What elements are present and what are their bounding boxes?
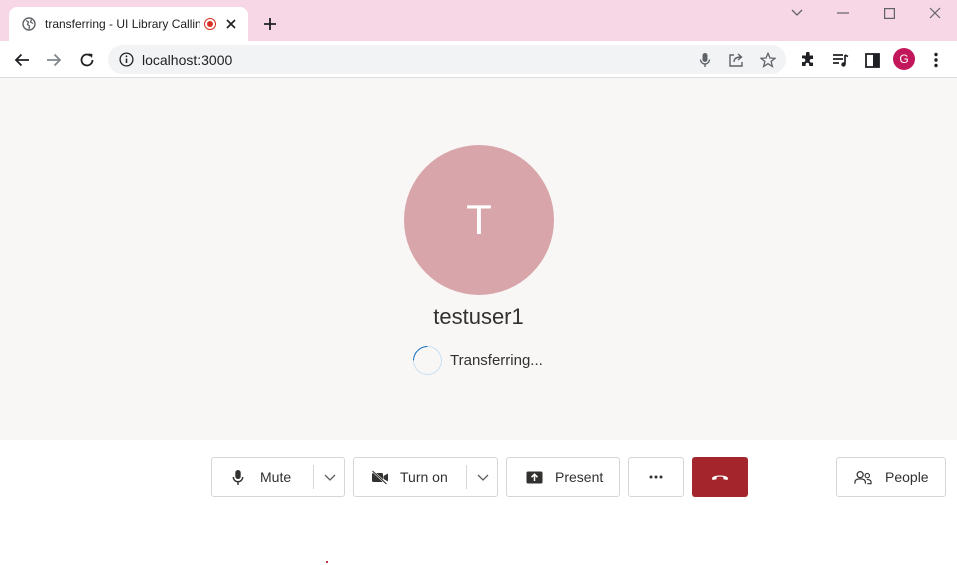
mute-button[interactable]: Mute xyxy=(211,457,345,497)
people-label: People xyxy=(885,469,929,485)
reload-icon xyxy=(80,53,94,67)
participant-avatar: T xyxy=(404,145,554,295)
window-close-button[interactable] xyxy=(925,5,945,21)
forward-icon xyxy=(47,53,62,67)
globe-icon xyxy=(22,17,36,31)
star-icon[interactable] xyxy=(759,51,776,68)
people-button[interactable]: People xyxy=(836,457,946,497)
participant-name: testuser1 xyxy=(433,304,524,329)
camera-off-icon xyxy=(371,468,389,486)
camera-options-button[interactable] xyxy=(467,458,498,496)
sidepanel-icon[interactable] xyxy=(863,51,881,69)
url-text[interactable]: localhost:3000 xyxy=(142,52,232,68)
people-icon xyxy=(854,468,872,486)
call-stage: T testuser1 Transferring... xyxy=(0,78,957,440)
close-icon xyxy=(929,7,941,19)
reload-button[interactable] xyxy=(76,49,98,71)
minimize-button[interactable] xyxy=(833,5,853,21)
microphone-icon xyxy=(229,468,247,486)
address-bar[interactable]: localhost:3000 xyxy=(108,45,786,74)
menu-icon[interactable] xyxy=(927,51,945,69)
recording-icon xyxy=(204,18,216,30)
tab-title: transferring - UI Library Calling xyxy=(45,17,200,31)
camera-label: Turn on xyxy=(400,469,448,485)
close-icon[interactable] xyxy=(224,17,238,31)
browser-tab[interactable]: transferring - UI Library Calling xyxy=(9,7,248,41)
loading-spinner-icon xyxy=(406,339,449,381)
back-icon xyxy=(14,53,29,67)
microphone-icon[interactable] xyxy=(696,51,713,68)
browser-tab-strip: transferring - UI Library Calling xyxy=(0,0,957,41)
new-tab-button[interactable] xyxy=(259,13,281,35)
present-button[interactable]: Present xyxy=(506,457,620,497)
status-text: Transferring... xyxy=(450,351,543,369)
maximize-icon xyxy=(883,7,895,19)
present-label: Present xyxy=(555,469,604,485)
browser-toolbar: localhost:3000 G xyxy=(0,41,957,78)
chevron-down-icon xyxy=(324,474,335,481)
minimize-icon xyxy=(837,12,849,14)
chevron-down-icon xyxy=(477,474,488,481)
more-icon xyxy=(647,468,665,486)
info-icon[interactable] xyxy=(119,52,134,67)
back-button[interactable] xyxy=(11,49,33,71)
mute-options-button[interactable] xyxy=(314,458,345,496)
more-button[interactable] xyxy=(628,457,684,497)
chevron-down-icon xyxy=(791,9,803,16)
forward-button[interactable] xyxy=(43,49,65,71)
media-icon[interactable] xyxy=(831,51,849,69)
end-call-button[interactable] xyxy=(692,457,748,497)
profile-avatar[interactable]: G xyxy=(893,48,915,70)
mute-label: Mute xyxy=(260,469,292,485)
extensions-icon[interactable] xyxy=(799,51,817,69)
tab-search-button[interactable] xyxy=(787,5,807,21)
call-control-bar: Mute Turn on Present People xyxy=(0,440,957,565)
share-icon[interactable] xyxy=(727,51,744,68)
hangup-icon xyxy=(712,475,728,480)
camera-button[interactable]: Turn on xyxy=(353,457,498,497)
present-icon xyxy=(525,468,543,486)
maximize-button[interactable] xyxy=(879,5,899,21)
artifact-dot xyxy=(326,561,328,563)
plus-icon xyxy=(264,18,276,30)
call-status: Transferring... xyxy=(406,339,543,381)
